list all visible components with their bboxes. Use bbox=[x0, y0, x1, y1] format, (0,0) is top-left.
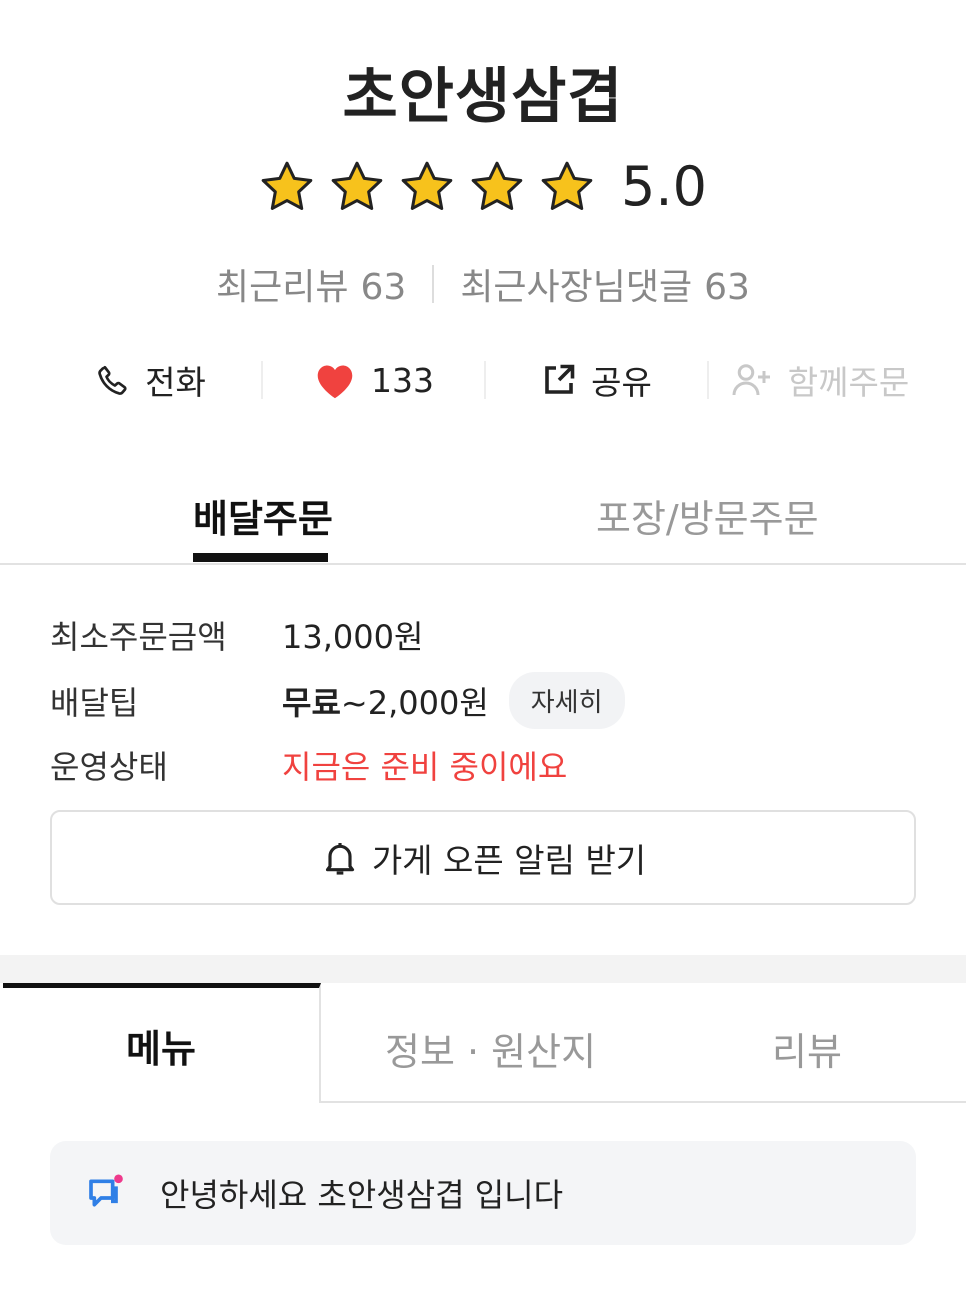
delivery-tip-row: 배달팁 무료~2,000원 자세히 bbox=[50, 672, 625, 729]
star-icon bbox=[471, 161, 523, 210]
section-divider bbox=[0, 955, 966, 983]
star-icon bbox=[401, 161, 453, 210]
open-notify-button[interactable]: 가게 오픈 알림 받기 bbox=[50, 810, 916, 905]
call-label: 전화 bbox=[145, 363, 206, 402]
phone-icon bbox=[95, 362, 131, 398]
share-icon bbox=[541, 362, 577, 398]
status-row: 운영상태 지금은 준비 중이에요 bbox=[50, 742, 567, 788]
min-order-value: 13,000원 bbox=[282, 618, 424, 656]
store-name: 초안생삼겹 bbox=[342, 62, 624, 132]
content-tabs: 메뉴 정보 · 원산지 리뷰 bbox=[0, 983, 966, 1103]
owner-reply-link[interactable]: 최근사장님댓글 63 bbox=[460, 258, 750, 310]
tab-info-origin[interactable]: 정보 · 원산지 bbox=[385, 1021, 596, 1076]
status-label: 운영상태 bbox=[50, 748, 168, 786]
star-icon bbox=[331, 161, 383, 210]
recent-review-count: 63 bbox=[360, 267, 407, 308]
action-bar: 전화 133 공유 함께주문 bbox=[40, 350, 930, 410]
heart-icon bbox=[313, 360, 357, 400]
open-notify-label: 가게 오픈 알림 받기 bbox=[371, 840, 647, 880]
review-counts: 최근리뷰 63 최근사장님댓글 63 bbox=[0, 258, 966, 310]
delivery-tip-value: 무료~2,000원 bbox=[282, 678, 489, 724]
recent-review-label: 최근리뷰 bbox=[216, 267, 349, 308]
recent-review-link[interactable]: 최근리뷰 63 bbox=[216, 258, 406, 310]
min-order-label: 최소주문금액 bbox=[50, 618, 227, 656]
group-order-label: 함께주문 bbox=[787, 363, 910, 402]
call-button[interactable]: 전화 bbox=[40, 350, 261, 410]
delivery-tip-label: 배달팁 bbox=[50, 683, 139, 722]
delivery-tip-range: ~2,000원 bbox=[340, 683, 489, 722]
share-label: 공유 bbox=[591, 363, 652, 402]
bell-icon bbox=[320, 838, 360, 878]
owner-reply-label: 최근사장님댓글 bbox=[460, 267, 693, 308]
star-icon bbox=[261, 161, 313, 210]
tab-menu[interactable]: 메뉴 bbox=[3, 983, 321, 1103]
like-button[interactable]: 133 bbox=[263, 350, 484, 410]
tab-pickup[interactable]: 포장/방문주문 bbox=[596, 488, 819, 543]
rating-row: 5.0 bbox=[0, 155, 966, 218]
detail-button[interactable]: 자세히 bbox=[508, 672, 625, 729]
star-icon bbox=[541, 161, 593, 210]
store-notice[interactable]: 안녕하세요 초안생삼겹 입니다 bbox=[50, 1141, 916, 1245]
tab-rest: 정보 · 원산지 리뷰 bbox=[321, 983, 966, 1103]
order-type-tabs: 배달주문 포장/방문주문 bbox=[0, 470, 966, 565]
tab-delivery[interactable]: 배달주문 bbox=[193, 488, 333, 543]
group-order-button[interactable]: 함께주문 bbox=[709, 350, 930, 410]
rating-score: 5.0 bbox=[621, 155, 707, 218]
add-person-icon bbox=[730, 362, 774, 398]
share-button[interactable]: 공유 bbox=[486, 350, 707, 410]
status-value: 지금은 준비 중이에요 bbox=[282, 748, 568, 786]
divider bbox=[432, 265, 435, 303]
chat-notice-icon bbox=[86, 1173, 126, 1213]
tab-review[interactable]: 리뷰 bbox=[772, 1021, 842, 1076]
owner-reply-count: 63 bbox=[704, 267, 750, 308]
like-count: 133 bbox=[371, 360, 434, 400]
active-tab-indicator bbox=[193, 553, 328, 562]
min-order-row: 최소주문금액 13,000원 bbox=[50, 612, 423, 658]
star-rating bbox=[259, 159, 595, 215]
notice-text: 안녕하세요 초안생삼겹 입니다 bbox=[160, 1176, 564, 1214]
delivery-tip-free: 무료 bbox=[282, 683, 341, 722]
